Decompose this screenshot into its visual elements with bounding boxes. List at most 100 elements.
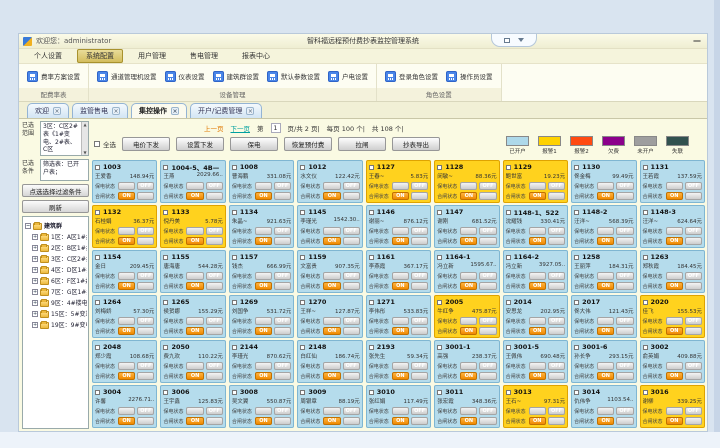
meter-checkbox[interactable] [369, 345, 374, 350]
minimize-button[interactable]: — [693, 36, 701, 46]
supply-on-segment[interactable] [255, 317, 272, 325]
gate-off-segment[interactable] [137, 417, 154, 425]
gate-on-segment[interactable]: ON [529, 237, 546, 245]
gate-on-segment[interactable]: ON [118, 192, 135, 200]
gate-off-segment[interactable] [479, 282, 496, 290]
supply-off-segment[interactable]: OFF [137, 407, 154, 415]
meter-card[interactable]: 1008 曹海鹏 331.08元 保电状态 OFF [229, 160, 294, 203]
meter-checkbox[interactable] [506, 210, 511, 215]
gate-on-segment[interactable]: ON [460, 327, 477, 335]
gate-off-segment[interactable] [343, 237, 360, 245]
meter-checkbox[interactable] [95, 255, 100, 260]
supply-on-segment[interactable] [529, 227, 546, 235]
meter-card[interactable]: 3008 吴文翼 550.87元 保电状态 OFF [229, 385, 294, 428]
supply-on-segment[interactable] [529, 407, 546, 415]
gate-off-segment[interactable] [685, 417, 702, 425]
ribbon-button[interactable]: 户电设置 [328, 71, 368, 82]
supply-on-segment[interactable] [118, 182, 135, 190]
supply-off-segment[interactable]: OFF [206, 362, 223, 370]
gate-on-segment[interactable]: ON [323, 372, 340, 380]
supply-off-segment[interactable]: OFF [274, 272, 291, 280]
supply-off-segment[interactable]: OFF [548, 227, 565, 235]
meter-card[interactable]: 1145 李瑾光 1542.30.. 保电状态 OFF [297, 205, 362, 248]
supply-on-segment[interactable] [666, 182, 683, 190]
supply-on-segment[interactable] [666, 407, 683, 415]
meter-checkbox[interactable] [232, 390, 237, 395]
gate-on-segment[interactable]: ON [597, 327, 614, 335]
gate-on-segment[interactable]: ON [323, 282, 340, 290]
meter-checkbox[interactable] [300, 255, 305, 260]
meter-card[interactable]: 1128 闵敏~ 88.36元 保电状态 OFF [434, 160, 499, 203]
meter-checkbox[interactable] [95, 345, 100, 350]
meter-checkbox[interactable] [574, 210, 579, 215]
supply-on-segment[interactable] [186, 317, 203, 325]
meter-card[interactable]: 1157 钱杰 666.99元 保电状态 OFF [229, 250, 294, 293]
menu-item[interactable]: 系统配置 [77, 49, 123, 63]
toolbar-button[interactable]: 设置下发 [176, 137, 224, 151]
supply-off-segment[interactable]: OFF [343, 317, 360, 325]
ribbon-collapse-control[interactable] [491, 34, 537, 47]
select-all-checkbox[interactable] [94, 141, 100, 147]
supply-off-segment[interactable]: OFF [411, 362, 428, 370]
meter-card[interactable]: 1263 郑秋霞 184.45元 保电状态 OFF [640, 250, 705, 293]
meter-checkbox[interactable] [574, 300, 579, 305]
meter-card[interactable]: 3001-6 孙长争 293.15元 保电状态 OFF [571, 340, 636, 383]
supply-on-segment[interactable] [597, 227, 614, 235]
supply-off-segment[interactable]: OFF [274, 227, 291, 235]
meter-card[interactable]: 1130 佟金梅 99.49元 保电状态 OFF [571, 160, 636, 203]
meter-card[interactable]: 1148-3 汪洋~ 624.64元 保电状态 OFF [640, 205, 705, 248]
supply-off-segment[interactable]: OFF [685, 362, 702, 370]
meter-card[interactable]: 1164-1 冯立新 1595.67.. 保电状态 OFF [434, 250, 499, 293]
supply-on-segment[interactable] [460, 407, 477, 415]
meter-checkbox[interactable] [506, 255, 511, 260]
meter-checkbox[interactable] [232, 255, 237, 260]
supply-on-segment[interactable] [666, 227, 683, 235]
gate-on-segment[interactable]: ON [255, 282, 272, 290]
supply-off-segment[interactable]: OFF [479, 272, 496, 280]
meter-checkbox[interactable] [300, 345, 305, 350]
gate-on-segment[interactable]: ON [392, 192, 409, 200]
ribbon-button[interactable]: 建筑群设置 [213, 71, 260, 82]
supply-off-segment[interactable]: OFF [685, 317, 702, 325]
meter-checkbox[interactable] [506, 345, 511, 350]
gate-on-segment[interactable]: ON [255, 237, 272, 245]
meter-checkbox[interactable] [369, 165, 374, 170]
meter-checkbox[interactable] [574, 390, 579, 395]
meter-card[interactable]: 1132 石桂娟 36.37元 保电状态 OFF [92, 205, 157, 248]
gate-off-segment[interactable] [274, 372, 291, 380]
gate-on-segment[interactable]: ON [597, 237, 614, 245]
expand-icon[interactable]: + [32, 245, 38, 251]
supply-off-segment[interactable]: OFF [137, 362, 154, 370]
supply-off-segment[interactable]: OFF [479, 362, 496, 370]
gate-off-segment[interactable] [685, 282, 702, 290]
supply-on-segment[interactable] [529, 362, 546, 370]
gate-on-segment[interactable]: ON [186, 327, 203, 335]
meter-checkbox[interactable] [300, 165, 305, 170]
gate-on-segment[interactable]: ON [460, 417, 477, 425]
meter-checkbox[interactable] [643, 345, 648, 350]
meter-card[interactable]: 1265 侯贺娜 155.29元 保电状态 OFF [160, 295, 225, 338]
meter-checkbox[interactable] [232, 345, 237, 350]
meter-checkbox[interactable] [643, 255, 648, 260]
gate-on-segment[interactable]: ON [392, 372, 409, 380]
menu-item[interactable]: 个人设置 [25, 49, 71, 63]
supply-on-segment[interactable] [118, 362, 135, 370]
gate-on-segment[interactable]: ON [529, 327, 546, 335]
meter-card[interactable]: 1264 刘梅娇 57.30元 保电状态 OFF [92, 295, 157, 338]
gate-off-segment[interactable] [343, 372, 360, 380]
supply-on-segment[interactable] [186, 182, 203, 190]
gate-off-segment[interactable] [274, 192, 291, 200]
meter-checkbox[interactable] [163, 345, 168, 350]
supply-off-segment[interactable]: OFF [616, 362, 633, 370]
supply-on-segment[interactable] [392, 317, 409, 325]
toolbar-button[interactable]: 抄表导出 [392, 137, 440, 151]
supply-off-segment[interactable]: OFF [343, 272, 360, 280]
gate-on-segment[interactable]: ON [460, 282, 477, 290]
meter-card[interactable]: 3014 仇伟争 1103.54.. 保电状态 OFF [571, 385, 636, 428]
meter-card[interactable]: 1147 谢刚 681.52元 保电状态 OFF [434, 205, 499, 248]
gate-off-segment[interactable] [411, 417, 428, 425]
supply-on-segment[interactable] [666, 317, 683, 325]
toolbar-button[interactable]: 拉闸 [338, 137, 386, 151]
meter-card[interactable]: 1258 王丽萍 184.31元 保电状态 OFF [571, 250, 636, 293]
toolbar-button[interactable]: 恢复预付费 [284, 137, 332, 151]
